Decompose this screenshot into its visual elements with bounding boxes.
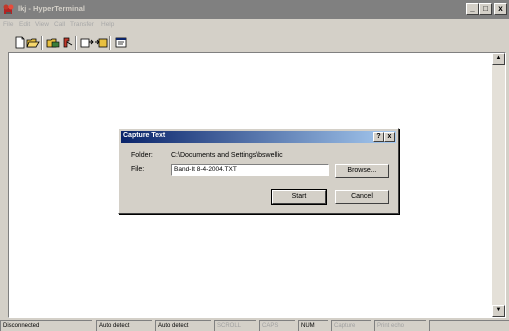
hyperterminal-app-icon[interactable] bbox=[2, 3, 15, 16]
status-caps: CAPS bbox=[259, 320, 295, 331]
toolbar-separator bbox=[41, 36, 43, 50]
scroll-up-arrow-icon[interactable]: ▲ bbox=[492, 53, 505, 65]
status-num: NUM bbox=[298, 320, 328, 331]
disconnect-icon[interactable] bbox=[60, 36, 74, 49]
hyperterminal-window: lkj - HyperTerminal _ □ x File Edit View… bbox=[0, 0, 509, 331]
status-print-echo: Print echo bbox=[374, 320, 426, 331]
window-title: lkj - HyperTerminal bbox=[18, 4, 85, 13]
start-button[interactable]: Start bbox=[271, 189, 327, 205]
scroll-down-arrow-icon[interactable]: ▼ bbox=[492, 305, 505, 317]
capture-text-dialog: Capture Text ? x Folder: C:\Documents an… bbox=[118, 128, 399, 214]
dialog-close-button[interactable]: x bbox=[384, 132, 395, 142]
maximize-button[interactable]: □ bbox=[479, 3, 492, 15]
new-icon[interactable] bbox=[13, 36, 27, 49]
file-label: File: bbox=[131, 166, 145, 173]
status-detect-1: Auto detect bbox=[96, 320, 152, 331]
menu-edit[interactable]: Edit bbox=[19, 21, 30, 28]
status-empty-cell bbox=[429, 320, 509, 331]
status-capture: Capture bbox=[331, 320, 371, 331]
status-bar: Disconnected Auto detect Auto detect SCR… bbox=[0, 319, 509, 331]
receive-icon[interactable] bbox=[94, 36, 108, 49]
help-button[interactable]: ? bbox=[373, 132, 384, 142]
close-button[interactable]: x bbox=[494, 3, 507, 15]
properties-icon[interactable] bbox=[114, 36, 128, 49]
send-icon[interactable] bbox=[80, 36, 94, 49]
toolbar bbox=[0, 34, 509, 52]
window-title-bar[interactable]: lkj - HyperTerminal _ □ x bbox=[0, 0, 509, 19]
file-name-input[interactable]: Band-It 8-4-2004.TXT bbox=[171, 164, 329, 176]
menu-help[interactable]: Help bbox=[101, 21, 114, 28]
dial-icon[interactable] bbox=[46, 36, 60, 49]
cancel-button[interactable]: Cancel bbox=[335, 190, 389, 204]
toolbar-separator bbox=[75, 36, 77, 50]
browse-button[interactable]: Browse... bbox=[335, 164, 389, 178]
folder-path: C:\Documents and Settings\bswellic bbox=[171, 152, 283, 159]
menu-view[interactable]: View bbox=[35, 21, 49, 28]
toolbar-separator bbox=[109, 36, 111, 50]
dialog-title-bar[interactable]: Capture Text ? x bbox=[121, 131, 396, 143]
menu-bar: File Edit View Call Transfer Help bbox=[0, 20, 509, 32]
minimize-button[interactable]: _ bbox=[466, 3, 479, 15]
status-scroll: SCROLL bbox=[214, 320, 256, 331]
dialog-title: Capture Text bbox=[123, 132, 166, 139]
folder-label: Folder: bbox=[131, 152, 153, 159]
menu-transfer[interactable]: Transfer bbox=[70, 21, 94, 28]
status-detect-2: Auto detect bbox=[155, 320, 211, 331]
open-icon[interactable] bbox=[26, 36, 40, 49]
status-connection: Disconnected bbox=[0, 320, 92, 331]
vertical-scrollbar[interactable]: ▲ ▼ bbox=[492, 53, 505, 317]
menu-call[interactable]: Call bbox=[54, 21, 65, 28]
menu-file[interactable]: File bbox=[3, 21, 13, 28]
